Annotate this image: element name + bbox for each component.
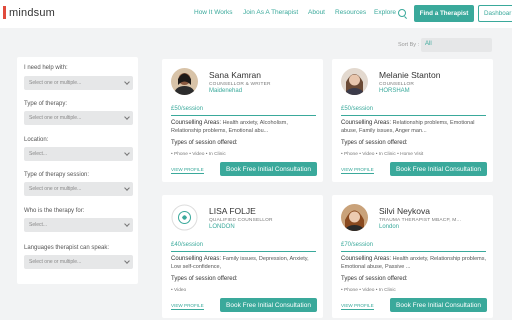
session-types-label: Types of session offered: (341, 140, 408, 146)
counselling-areas-label: Counselling Areas: (171, 120, 222, 126)
dashboard-button[interactable]: Dashboar (478, 5, 512, 22)
logo-mark (3, 6, 6, 19)
counselling-areas-label: Counselling Areas: (171, 256, 222, 262)
therapist-name[interactable]: Melanie Stanton (379, 70, 440, 80)
nav-about[interactable]: About (308, 9, 325, 16)
filter-therapy-type-placeholder: Select one or multiple... (29, 115, 82, 121)
divider (171, 115, 316, 116)
therapist-role: TRAUMA THERAPIST MBACP, M... (379, 218, 462, 223)
nav-explore[interactable]: Explore (374, 9, 396, 16)
book-consultation-button[interactable]: Book Free Initial Consultation (390, 298, 487, 312)
therapist-card: Silvi Neykova TRAUMA THERAPIST MBACP, M.… (332, 195, 493, 318)
counselling-areas-label: Counselling Areas: (341, 256, 392, 262)
therapist-role: COUNSELLOR & WRITER (209, 82, 271, 87)
session-price: £50/session (341, 106, 374, 112)
link-underline (171, 173, 204, 174)
avatar[interactable] (341, 68, 368, 95)
filter-label-languages: Languages therapist can speak: (24, 245, 110, 251)
filter-therapy-type-select[interactable]: Select one or multiple... (24, 111, 133, 125)
therapist-name[interactable]: LISA FOLJE (209, 206, 256, 216)
filter-session-type-placeholder: Select one or multiple... (29, 186, 82, 192)
session-price: £50/session (171, 106, 204, 112)
session-types: • Phone • Video • In Clinic • Home Visit (341, 152, 424, 157)
avatar[interactable] (171, 68, 198, 95)
top-nav-bar: mindsum How It Works Join As A Therapist… (0, 0, 512, 28)
session-types: • Phone • Video • In Clinic (341, 288, 396, 293)
logo-text: mindsum (9, 6, 56, 19)
view-profile-link[interactable]: VIEW PROFILE (171, 167, 204, 172)
chevron-down-icon (124, 221, 130, 227)
therapist-card: Melanie Stanton COUNSELLOR HORSHAM £50/s… (332, 59, 493, 182)
book-consultation-button[interactable]: Book Free Initial Consultation (220, 298, 317, 312)
filter-who-for-placeholder: Select... (29, 222, 48, 228)
link-underline (171, 309, 204, 310)
nav-how-it-works[interactable]: How It Works (194, 9, 233, 16)
filter-label-who-for: Who is the therapy for: (24, 208, 85, 214)
session-types-label: Types of session offered: (171, 276, 238, 282)
view-profile-link[interactable]: VIEW PROFILE (341, 167, 374, 172)
chevron-down-icon (124, 79, 130, 85)
counselling-areas: Counselling Areas: Health anxiety, Alcoh… (171, 120, 319, 135)
book-consultation-button[interactable]: Book Free Initial Consultation (220, 162, 317, 176)
view-profile-link[interactable]: VIEW PROFILE (171, 303, 204, 308)
filter-languages-placeholder: Select one or multiple... (29, 259, 82, 265)
filter-location-placeholder: Select... (29, 151, 48, 157)
session-price: £40/session (171, 242, 204, 248)
filters-panel: I need help with: Select one or multiple… (17, 57, 138, 284)
filter-languages-select[interactable]: Select one or multiple... (24, 255, 133, 269)
filter-help-select[interactable]: Select one or multiple... (24, 76, 133, 90)
session-price: £70/session (341, 242, 374, 248)
filter-label-help: I need help with: (24, 65, 68, 71)
session-types: • Phone • Video • In Clinic (171, 152, 226, 157)
therapist-location: Maidenehad (209, 88, 243, 94)
filter-label-location: Location: (24, 137, 49, 143)
session-types: • Video (171, 288, 187, 293)
search-icon[interactable] (398, 9, 406, 17)
filter-label-therapy-type: Type of therapy: (24, 101, 68, 107)
logo[interactable]: mindsum (3, 6, 55, 19)
counselling-areas: Counselling Areas: Relationship problems… (341, 120, 489, 135)
session-types-label: Types of session offered: (171, 140, 238, 146)
chevron-down-icon (124, 114, 130, 120)
sort-by-select[interactable]: All (421, 38, 492, 52)
link-underline (341, 173, 374, 174)
therapist-location: HORSHAM (379, 88, 410, 94)
divider (341, 251, 486, 252)
therapist-location: LONDON (209, 224, 235, 230)
nav-resources[interactable]: Resources (335, 9, 366, 16)
view-profile-link[interactable]: VIEW PROFILE (341, 303, 374, 308)
session-types-label: Types of session offered: (341, 276, 408, 282)
sort-by-label: Sort By : (398, 42, 420, 48)
avatar[interactable] (341, 204, 368, 231)
sort-by-value: All (425, 41, 432, 47)
counselling-areas: Counselling Areas: Health anxiety, Relat… (341, 256, 489, 271)
divider (171, 251, 316, 252)
avatar[interactable] (171, 204, 198, 231)
therapist-card: Sana Kamran COUNSELLOR & WRITER Maideneh… (162, 59, 323, 182)
filter-label-session-type: Type of therapy session: (24, 172, 90, 178)
link-underline (341, 309, 374, 310)
filter-location-select[interactable]: Select... (24, 147, 133, 161)
therapist-role: COUNSELLOR (379, 82, 415, 87)
find-therapist-button[interactable]: Find a Therapist (414, 5, 474, 22)
therapist-location: London (379, 224, 400, 230)
nav-join-as-therapist[interactable]: Join As A Therapist (243, 9, 298, 16)
counselling-areas-label: Counselling Areas: (341, 120, 392, 126)
divider (341, 115, 486, 116)
filter-who-for-select[interactable]: Select... (24, 218, 133, 232)
therapist-name[interactable]: Sana Kamran (209, 70, 261, 80)
counselling-areas: Counselling Areas: Family issues, Depres… (171, 256, 319, 271)
chevron-down-icon (124, 258, 130, 264)
chevron-down-icon (124, 185, 130, 191)
therapist-role: QUALIFIED COUNSELLOR (209, 218, 273, 223)
chevron-down-icon (124, 150, 130, 156)
filter-help-placeholder: Select one or multiple... (29, 80, 82, 86)
therapist-card: LISA FOLJE QUALIFIED COUNSELLOR LONDON £… (162, 195, 323, 318)
therapist-name[interactable]: Silvi Neykova (379, 206, 430, 216)
filter-session-type-select[interactable]: Select one or multiple... (24, 182, 133, 196)
book-consultation-button[interactable]: Book Free Initial Consultation (390, 162, 487, 176)
